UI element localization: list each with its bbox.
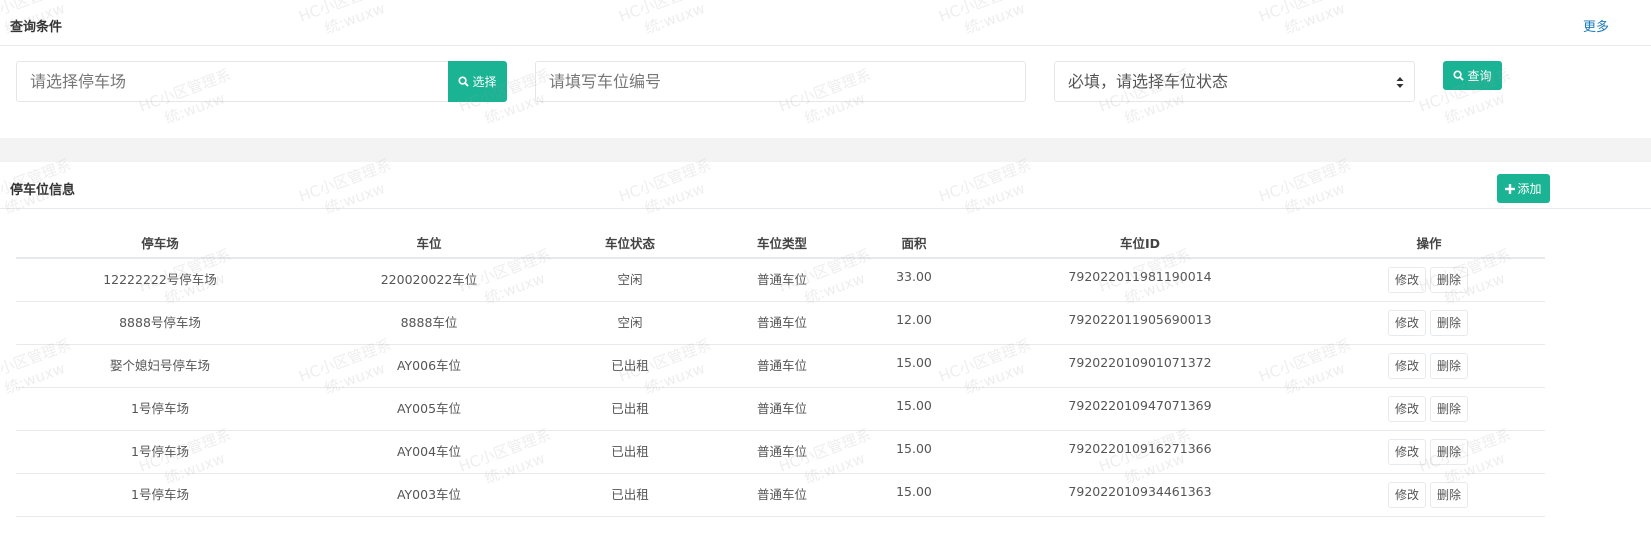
cell-parking-lot: 娶个媳妇号停车场	[109, 358, 211, 373]
edit-button[interactable]: 修改	[1388, 310, 1427, 336]
cell-space-status: 已出租	[611, 358, 649, 373]
header-actions: 操作	[1416, 236, 1442, 251]
table-header: 停车场 车位 车位状态 车位类型 面积 车位ID 操作	[16, 219, 1545, 259]
cell-space-type: 普通车位	[756, 444, 808, 459]
table-row: 12222222号停车场 220020022车位 空闲 普通车位 33.00 792022…	[16, 259, 1545, 302]
select-parking-lot-button[interactable]: 选择	[448, 61, 507, 102]
info-panel-divider	[0, 208, 1651, 209]
space-status-select[interactable]: 必填，请选择车位状态	[1054, 61, 1415, 102]
cell-parking-lot: 1号停车场	[131, 444, 189, 459]
cell-space-type: 普通车位	[756, 272, 808, 287]
header-area: 面积	[901, 236, 927, 251]
header-space-id: 车位ID	[1119, 236, 1161, 251]
cell-space-id: 792022010934461363	[1068, 484, 1212, 499]
cell-area: 15.00	[896, 484, 932, 499]
table-body: 12222222号停车场 220020022车位 空闲 普通车位 33.00 792022…	[16, 259, 1545, 517]
info-panel-title: 停车位信息	[10, 183, 76, 198]
parking-space-table: 停车场 车位 车位状态 车位类型 面积 车位ID 操作 12222222号停车场…	[16, 219, 1545, 517]
row-actions: 修改 删除	[1388, 482, 1469, 508]
cell-space-type: 普通车位	[756, 315, 808, 330]
query-panel-title: 查询条件	[10, 20, 63, 35]
cell-space-id: 792022010901071372	[1068, 355, 1212, 370]
search-icon	[1453, 70, 1465, 81]
row-actions: 修改 删除	[1388, 267, 1469, 293]
query-panel: 查询条件 更多 请选择停车场 选择 请填写车位编号 必填，请选择车位状态 查询	[0, 0, 1651, 138]
cell-space-type: 普通车位	[756, 487, 808, 502]
delete-button[interactable]: 删除	[1430, 396, 1469, 422]
delete-button[interactable]: 删除	[1430, 310, 1469, 336]
add-label: 添加	[1517, 182, 1542, 196]
table-row: 1号停车场 AY003车位 已出租 普通车位 15.00 7920220109344613…	[16, 474, 1545, 517]
cell-area: 12.00	[896, 312, 932, 327]
search-icon	[458, 76, 470, 87]
delete-button[interactable]: 删除	[1430, 353, 1469, 379]
add-button[interactable]: 添加	[1497, 174, 1550, 203]
cell-space-id: 792022011981190014	[1068, 269, 1212, 284]
plus-icon	[1505, 183, 1516, 194]
cell-space-status: 空闲	[617, 315, 643, 330]
edit-button[interactable]: 修改	[1388, 267, 1427, 293]
header-parking-lot: 停车场	[141, 236, 179, 251]
cell-space-status: 已出租	[611, 444, 649, 459]
cell-space-id: 792022010947071369	[1068, 398, 1212, 413]
query-label: 查询	[1467, 69, 1492, 83]
cell-area: 15.00	[896, 398, 932, 413]
parking-lot-input[interactable]: 请选择停车场	[16, 61, 449, 102]
edit-button[interactable]: 修改	[1388, 439, 1427, 465]
row-actions: 修改 删除	[1388, 310, 1469, 336]
query-panel-divider	[0, 45, 1651, 46]
cell-space: AY006车位	[396, 358, 462, 373]
cell-space-type: 普通车位	[756, 358, 808, 373]
table-row: 1号停车场 AY005车位 已出租 普通车位 15.00 7920220109470713…	[16, 388, 1545, 431]
cell-area: 33.00	[896, 269, 932, 284]
select-label: 选择	[472, 75, 497, 89]
table-row: 娶个媳妇号停车场 AY006车位 已出租 普通车位 15.00 7920220109010…	[16, 345, 1545, 388]
parking-space-info-panel: 停车位信息 添加 停车场 车位 车位状态 车位类型 面积 车位ID 操作 122…	[0, 162, 1651, 554]
row-actions: 修改 删除	[1388, 439, 1469, 465]
query-button[interactable]: 查询	[1443, 61, 1502, 90]
cell-space: 220020022车位	[380, 272, 478, 287]
cell-parking-lot: 1号停车场	[131, 487, 189, 502]
cell-space: AY004车位	[396, 444, 462, 459]
space-status-value: 必填，请选择车位状态	[1068, 72, 1229, 91]
row-actions: 修改 删除	[1388, 396, 1469, 422]
cell-parking-lot: 8888号停车场	[119, 315, 201, 330]
delete-button[interactable]: 删除	[1430, 267, 1469, 293]
cell-space: 8888车位	[400, 315, 458, 330]
delete-button[interactable]: 删除	[1430, 439, 1469, 465]
table-row: 1号停车场 AY004车位 已出租 普通车位 15.00 7920220109162713…	[16, 431, 1545, 474]
space-number-input[interactable]: 请填写车位编号	[535, 61, 1026, 102]
cell-area: 15.00	[896, 441, 932, 456]
cell-space-id: 792022010916271366	[1068, 441, 1212, 456]
cell-space: AY005车位	[396, 401, 462, 416]
cell-parking-lot: 1号停车场	[131, 401, 189, 416]
header-space-type: 车位类型	[756, 236, 808, 251]
cell-space-status: 空闲	[617, 272, 643, 287]
more-link[interactable]: 更多	[1583, 16, 1609, 35]
cell-area: 15.00	[896, 355, 932, 370]
header-space: 车位	[416, 236, 442, 251]
cell-parking-lot: 12222222号停车场	[103, 272, 217, 287]
cell-space-status: 已出租	[611, 487, 649, 502]
cell-space: AY003车位	[396, 487, 462, 502]
cell-space-status: 已出租	[611, 401, 649, 416]
edit-button[interactable]: 修改	[1388, 482, 1427, 508]
space-number-placeholder: 请填写车位编号	[549, 72, 662, 91]
header-space-status: 车位状态	[604, 236, 656, 251]
updown-arrows-icon	[1396, 77, 1404, 88]
row-actions: 修改 删除	[1388, 353, 1469, 379]
cell-space-type: 普通车位	[756, 401, 808, 416]
delete-button[interactable]: 删除	[1430, 482, 1469, 508]
edit-button[interactable]: 修改	[1388, 353, 1427, 379]
edit-button[interactable]: 修改	[1388, 396, 1427, 422]
parking-lot-placeholder: 请选择停车场	[30, 72, 127, 91]
table-row: 8888号停车场 8888车位 空闲 普通车位 12.00 792022011905690…	[16, 302, 1545, 345]
cell-space-id: 792022011905690013	[1068, 312, 1212, 327]
